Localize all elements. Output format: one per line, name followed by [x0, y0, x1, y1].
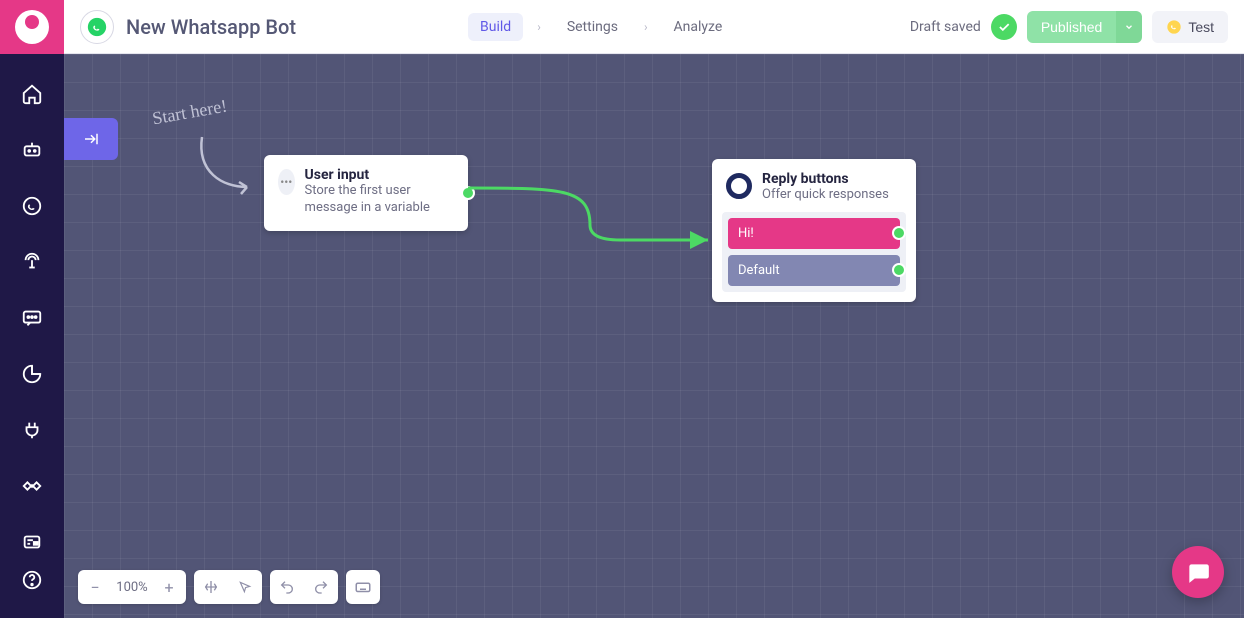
output-port[interactable]	[892, 226, 906, 240]
pan-tool-button[interactable]	[194, 570, 228, 604]
arrow-right-bar-icon	[82, 130, 100, 148]
tool-controls	[194, 570, 262, 604]
keyboard-icon	[346, 570, 380, 604]
node-title: User input	[305, 167, 454, 183]
test-button[interactable]: Test	[1152, 11, 1228, 43]
arrow-curve-icon	[192, 132, 262, 212]
zoom-out-button[interactable]: −	[78, 570, 112, 604]
select-tool-button[interactable]	[228, 570, 262, 604]
zoom-level: 100%	[112, 580, 152, 595]
tab-analyze[interactable]: Analyze	[662, 13, 735, 41]
option-label: Hi!	[738, 226, 754, 241]
support-chat-button[interactable]	[1172, 546, 1224, 598]
bot-icon[interactable]	[14, 132, 50, 168]
chevron-down-icon	[1124, 22, 1134, 32]
separator: ›	[537, 20, 541, 34]
output-port[interactable]	[892, 263, 906, 277]
message-icon[interactable]	[14, 300, 50, 336]
publish-button-group: Published	[1027, 11, 1143, 43]
redo-button[interactable]	[304, 570, 338, 604]
whatsapp-icon	[1166, 19, 1182, 35]
reply-option-hi[interactable]: Hi!	[728, 218, 900, 249]
whatsapp-icon[interactable]	[14, 188, 50, 224]
edge-connector	[460, 155, 720, 255]
logo-icon	[15, 10, 49, 44]
separator: ›	[644, 20, 648, 34]
node-title: Reply buttons	[762, 171, 889, 187]
canvas-toolbar: − 100% +	[78, 570, 380, 604]
broadcast-icon[interactable]	[14, 244, 50, 280]
zoom-controls: − 100% +	[78, 570, 186, 604]
handshake-icon[interactable]	[14, 468, 50, 504]
analytics-icon[interactable]	[14, 356, 50, 392]
tab-build[interactable]: Build	[468, 13, 523, 41]
plug-icon[interactable]	[14, 412, 50, 448]
reply-option-default[interactable]: Default	[728, 255, 900, 286]
entry-point-button[interactable]	[64, 118, 118, 160]
help-icon[interactable]	[14, 562, 50, 598]
node-reply-buttons[interactable]: Reply buttons Offer quick responses Hi! …	[712, 159, 916, 302]
keyboard-shortcut-button[interactable]	[346, 570, 380, 604]
option-label: Default	[738, 263, 780, 278]
draft-status: Draft saved	[910, 19, 981, 35]
zoom-in-button[interactable]: +	[152, 570, 186, 604]
history-controls	[270, 570, 338, 604]
tab-bar: Build › Settings › Analyze	[468, 13, 734, 41]
start-here-hint: Start here!	[152, 102, 227, 123]
test-label: Test	[1188, 19, 1214, 35]
app-sidebar	[0, 0, 64, 618]
form-icon[interactable]	[14, 524, 50, 560]
undo-button[interactable]	[270, 570, 304, 604]
node-user-input[interactable]: ••• User input Store the first user mess…	[264, 155, 468, 231]
brand-logo[interactable]	[0, 0, 64, 54]
page-title[interactable]: New Whatsapp Bot	[126, 15, 296, 39]
output-port[interactable]	[461, 186, 475, 200]
publish-dropdown[interactable]	[1116, 11, 1142, 43]
flow-canvas[interactable]: Start here! ••• User input Store the fir…	[64, 54, 1244, 618]
chat-icon	[1185, 559, 1211, 585]
home-icon[interactable]	[14, 76, 50, 112]
node-description: Store the first user message in a variab…	[305, 183, 454, 217]
whatsapp-logo-icon	[80, 10, 114, 44]
top-bar: New Whatsapp Bot Build › Settings › Anal…	[64, 0, 1244, 54]
publish-button[interactable]: Published	[1027, 11, 1117, 43]
radio-icon	[726, 173, 752, 199]
node-description: Offer quick responses	[762, 187, 889, 204]
check-icon	[991, 14, 1017, 40]
tab-settings[interactable]: Settings	[555, 13, 630, 41]
speech-bubble-icon: •••	[278, 169, 295, 195]
